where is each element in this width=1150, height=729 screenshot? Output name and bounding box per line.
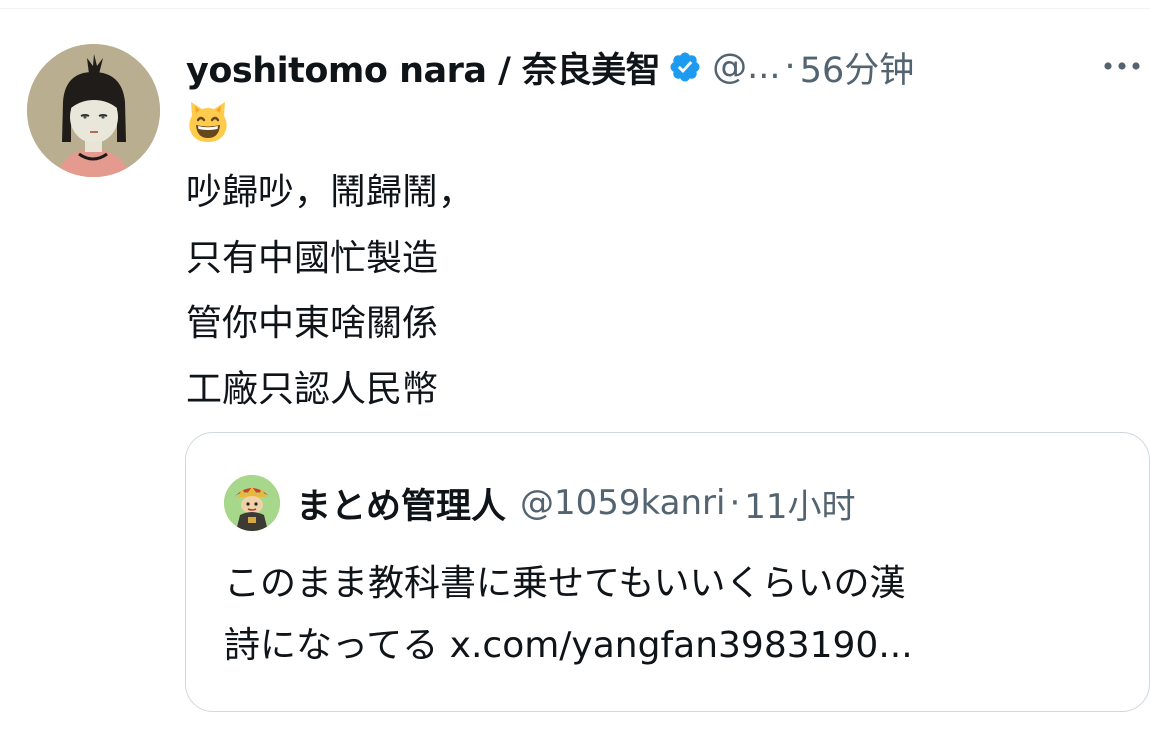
more-horizontal-icon[interactable] (1098, 46, 1146, 86)
quoted-tweet-body: このまま教科書に乗せてもいいくらいの漢 詩になってる x.com/yangfan… (224, 553, 913, 677)
quoted-author-display-name[interactable]: まとめ管理人 (296, 478, 506, 529)
tweet-text-line: 只有中國忙製造 (186, 237, 439, 279)
quoted-tweet-timestamp[interactable]: 11小时 (744, 479, 855, 528)
tweet-text-line: 工廠只認人民幣 (186, 368, 439, 410)
quoted-tweet-header: まとめ管理人 @1059kanri · 11小时 (224, 473, 856, 533)
tweet-timestamp[interactable]: 56分钟 (800, 42, 915, 93)
author-handle[interactable]: @... (712, 47, 780, 87)
tweet-text-line: 管你中東啥關係 (186, 303, 439, 344)
tweet-text-line: 吵歸吵，鬧歸鬧， (186, 172, 475, 213)
top-divider (0, 8, 1150, 9)
quoted-tweet-link[interactable]: x.com/yangfan3983190... (450, 625, 913, 666)
tweet-body: 吵歸吵，鬧歸鬧， 只有中國忙製造 管你中東啥關係 工廠只認人民幣 (186, 160, 474, 422)
author-avatar[interactable] (27, 44, 160, 177)
avatar-mascot-icon (224, 475, 280, 531)
verified-badge-icon (668, 50, 702, 84)
quoted-author-handle[interactable]: @1059kanri (520, 483, 725, 523)
quoted-tweet-card[interactable]: まとめ管理人 @1059kanri · 11小时 このまま教科書に乗せてもいいく… (185, 432, 1150, 712)
grinning-cat-emoji-icon (186, 100, 230, 144)
header-separator: · (784, 47, 796, 87)
tweet-header: yoshitomo nara / 奈良美智 @... · 56分钟 (186, 40, 914, 94)
author-display-name[interactable]: yoshitomo nara / 奈良美智 (186, 42, 661, 93)
quoted-header-separator: · (729, 483, 741, 523)
avatar-girl-illustration-icon (27, 44, 160, 177)
quoted-text-prefix: 詩になってる (224, 625, 450, 666)
quoted-text-line: このまま教科書に乗せてもいいくらいの漢 (224, 563, 906, 604)
quoted-author-avatar[interactable] (224, 475, 280, 531)
quoted-text-line: 詩になってる x.com/yangfan3983190... (224, 615, 913, 677)
